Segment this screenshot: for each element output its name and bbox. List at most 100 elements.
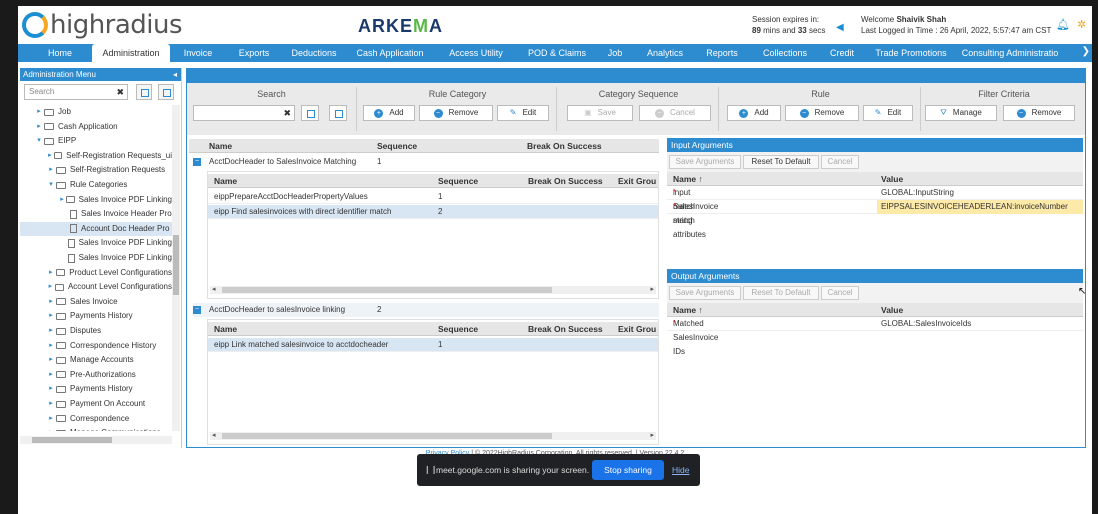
filter-remove-button[interactable]: − Remove [1003,105,1075,121]
tree-hscroll-thumb[interactable] [32,437,112,443]
caret-right-icon[interactable]: ▸ [34,105,44,119]
rule-group-row[interactable]: − AcctDocHeader to SalesInvoice Matching… [193,155,659,169]
col-arg-name[interactable]: Name ↑ [673,172,703,186]
tree-node[interactable]: Account Doc Header Pro [20,221,172,236]
tree-node[interactable]: ▸ Account Level Configurations [20,280,172,294]
table-row[interactable]: eipp Link matched salesinvoice to acctdo… [208,338,658,352]
nav-next-icon[interactable]: ❯ [1082,46,1090,57]
tree-node[interactable]: Sales Invoice PDF Linking [20,236,172,250]
tab-reports[interactable]: Reports [696,44,748,62]
tab-trade-promotions[interactable]: Trade Promotions [862,44,960,62]
tab-home[interactable]: Home [28,44,92,62]
gear-icon[interactable]: ✲ [1077,18,1086,31]
tree-node[interactable]: ▸ Cash Application [20,120,172,134]
tab-consulting-administration[interactable]: Consulting Administratio [960,44,1060,62]
tree-node[interactable]: Sales Invoice Header Pro [20,207,172,221]
stop-sharing-button[interactable]: Stop sharing [592,460,664,480]
rule-category-remove-button[interactable]: − Remove [419,105,493,121]
clear-icon[interactable]: ✖ [283,108,291,119]
rule-group-row[interactable]: − AcctDocHeader to salesInvoice linking … [193,303,659,317]
scroll-left-icon[interactable]: ◂ [212,285,216,293]
sub-col-exit-group[interactable]: Exit Grou [618,322,656,336]
sub-col-name[interactable]: Name [214,322,237,336]
caret-down-icon[interactable]: ▾ [46,178,56,192]
tab-cash-application[interactable]: Cash Application [346,44,434,62]
tree-node[interactable]: ▸ Payments History [20,382,172,396]
tree-node[interactable]: ▸ Product Level Configurations [20,266,172,280]
caret-right-icon[interactable]: ▸ [46,412,56,426]
col-break-on-success[interactable]: Break On Success [527,139,602,153]
rule-search-input[interactable]: ✖ [193,105,295,121]
tree-node[interactable]: ▸ Correspondence History [20,339,172,353]
rule-add-button[interactable]: + Add [727,105,781,121]
caret-right-icon[interactable]: ▸ [46,397,56,411]
tab-invoice[interactable]: Invoice [170,44,226,62]
cancel-button[interactable]: Cancel [821,155,859,169]
tab-exports[interactable]: Exports [226,44,282,62]
tree-node[interactable]: ▸ Disputes [20,324,172,338]
tab-analytics[interactable]: Analytics [634,44,696,62]
collapse-group-icon[interactable]: − [193,158,201,166]
col-name[interactable]: Name [209,139,232,153]
scroll-right-icon[interactable]: ▸ [650,431,654,439]
col-arg-value[interactable]: Value [881,172,903,186]
caret-right-icon[interactable]: ▸ [46,163,56,177]
tree-hscrollbar[interactable] [20,436,172,444]
col-arg-name[interactable]: Name ↑ [673,303,703,317]
caret-right-icon[interactable]: ▸ [46,295,56,309]
sub-col-exit-group[interactable]: Exit Grou [618,174,656,188]
tree-node[interactable]: ▸ Manage Accounts [20,353,172,367]
caret-right-icon[interactable]: ▸ [46,382,56,396]
tree-node[interactable]: ▸ Self-Registration Requests_ui [20,149,172,163]
sub-col-sequence[interactable]: Sequence [438,174,478,188]
tree-node[interactable]: ▸ Sales Invoice PDF Linking [20,193,172,207]
sub-col-break-on-success[interactable]: Break On Success [528,322,603,336]
rule-category-add-button[interactable]: + Add [363,105,415,121]
collapse-button[interactable] [329,105,347,121]
subgrid-hscrollbar[interactable]: ◂ ▸ [210,432,656,440]
scroll-left-icon[interactable]: ◂ [212,431,216,439]
caret-right-icon[interactable]: ▸ [46,280,55,294]
subgrid-hscrollbar[interactable]: ◂ ▸ [210,286,656,294]
tree-node[interactable]: ▸ Self-Registration Requests [20,163,172,177]
sub-col-sequence[interactable]: Sequence [438,322,478,336]
tree-node[interactable]: ▸ Payments History [20,309,172,323]
caret-right-icon[interactable]: ▸ [46,339,56,353]
rule-remove-button[interactable]: − Remove [785,105,859,121]
tree-vscroll-thumb[interactable] [173,235,179,295]
tree-node[interactable]: ▸ Correspondence [20,412,172,426]
bell-icon[interactable]: 🔔︎ [1056,18,1070,31]
caret-right-icon[interactable]: ▸ [46,368,56,382]
tree-node[interactable]: ▾ EIPP [20,134,172,148]
scroll-right-icon[interactable]: ▸ [650,285,654,293]
tab-credit[interactable]: Credit [822,44,862,62]
expand-all-button[interactable] [136,84,152,100]
sub-col-name[interactable]: Name [214,174,237,188]
category-sequence-cancel-button[interactable]: − Cancel [639,105,711,121]
caret-down-icon[interactable]: ▾ [34,134,44,148]
caret-right-icon[interactable]: ▸ [46,426,56,431]
menu-search-input[interactable]: Search ✖ [24,84,128,100]
caret-right-icon[interactable]: ▸ [46,309,56,323]
tree-vscrollbar[interactable] [172,105,180,431]
collapse-icon[interactable]: ◂ [173,68,177,81]
tree-node[interactable]: ▸ Sales Invoice [20,295,172,309]
caret-right-icon[interactable]: ▸ [58,193,66,207]
tree-node[interactable]: ▸ Job [20,105,172,119]
subgrid-scroll-thumb[interactable] [222,433,552,439]
subgrid-scroll-thumb[interactable] [222,287,552,293]
col-arg-value[interactable]: Value [881,303,903,317]
table-row[interactable]: Matched SalesInvoice IDs * GLOBAL:SalesI… [667,317,1083,356]
tab-deductions[interactable]: Deductions [282,44,346,62]
tree-node[interactable]: ▸ Payment On Account [20,397,172,411]
reset-to-default-button[interactable]: Reset To Default [743,155,819,169]
tab-administration[interactable]: Administration [92,44,170,62]
caret-right-icon[interactable]: ▸ [46,353,56,367]
caret-right-icon[interactable]: ▸ [34,120,44,134]
cancel-button[interactable]: Cancel [821,286,859,300]
speaker-icon[interactable]: ◀ [836,22,846,33]
hide-link[interactable]: Hide [672,465,689,475]
rule-edit-button[interactable]: ✎ Edit [863,105,913,121]
category-sequence-save-button[interactable]: ▣ Save [567,105,633,121]
save-arguments-button[interactable]: Save Arguments [669,155,741,169]
